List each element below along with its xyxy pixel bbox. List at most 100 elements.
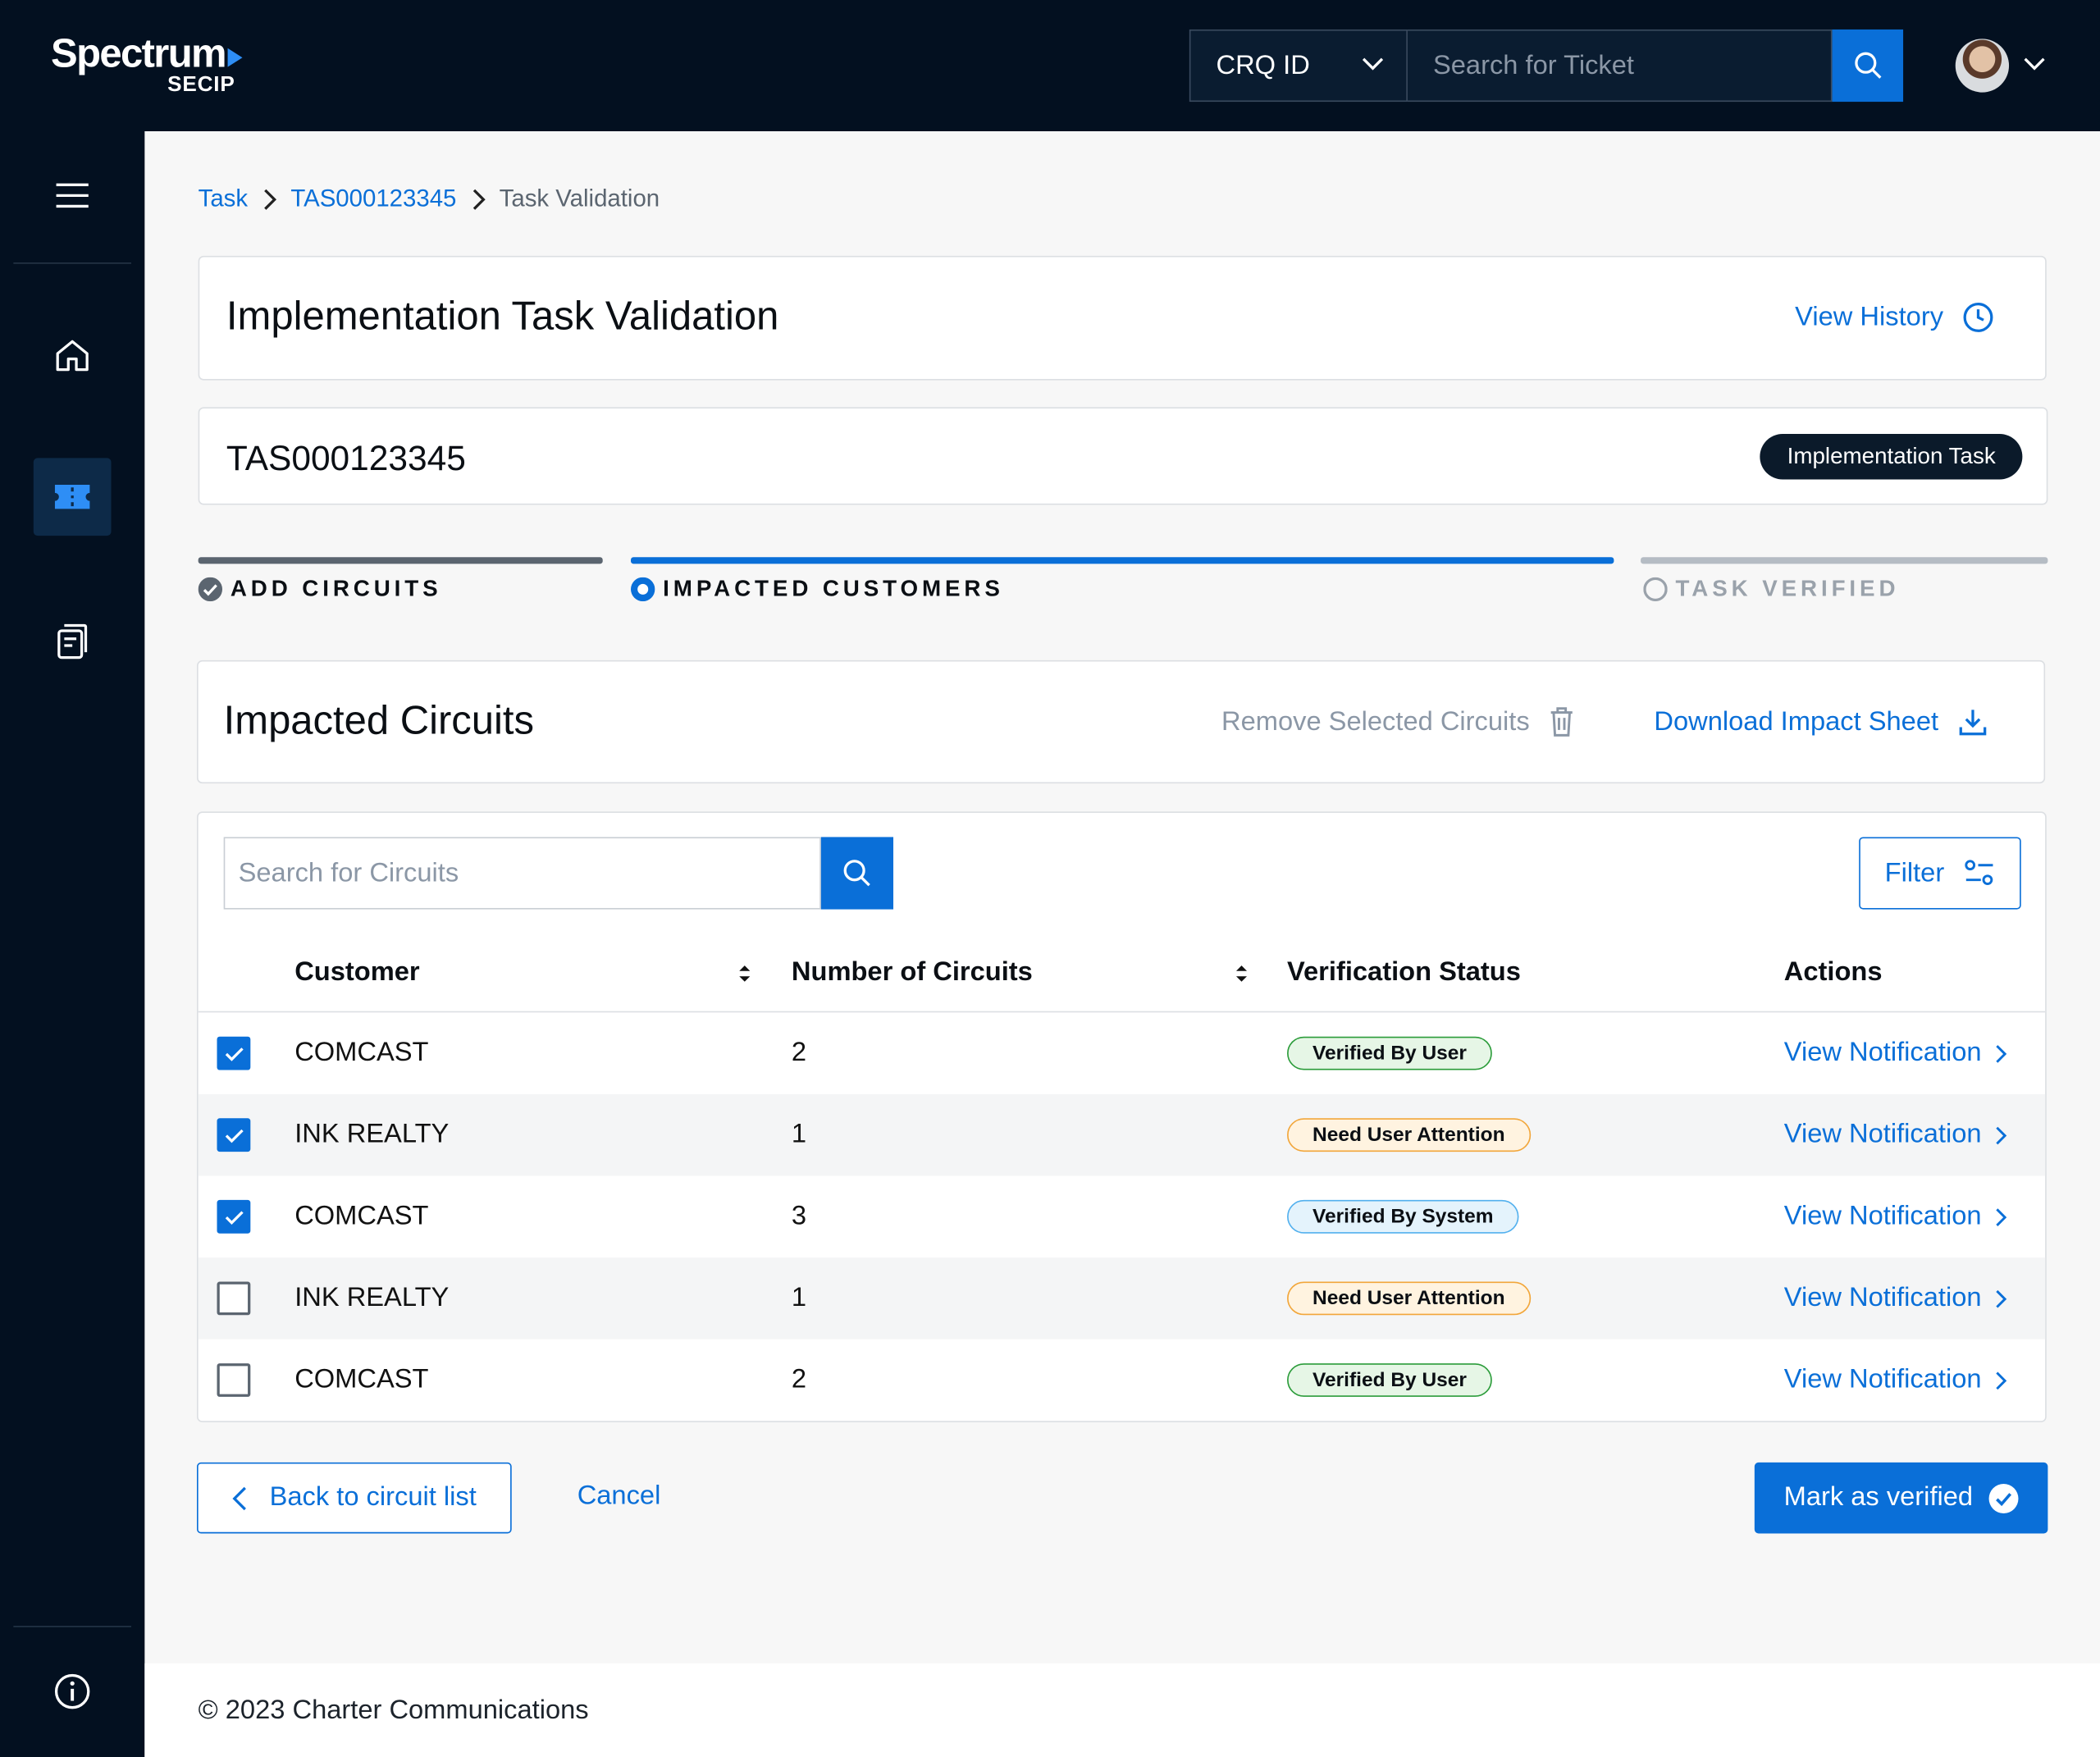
- chevron-right-icon: [1997, 1125, 2008, 1144]
- view-history-link[interactable]: View History: [1795, 301, 1994, 333]
- brand-arrow-icon: [228, 48, 244, 67]
- row-checkbox[interactable]: [217, 1036, 251, 1070]
- breadcrumb: Task TAS000123345 Task Validation: [199, 185, 660, 212]
- chevron-left-icon: [232, 1485, 247, 1510]
- download-impact-sheet-button[interactable]: Download Impact Sheet: [1654, 705, 1989, 737]
- view-notification-link[interactable]: View Notification: [1784, 1202, 2008, 1233]
- cancel-button[interactable]: Cancel: [578, 1481, 661, 1513]
- back-label: Back to circuit list: [269, 1482, 477, 1513]
- remove-selected-label: Remove Selected Circuits: [1221, 706, 1530, 737]
- view-history-label: View History: [1795, 302, 1944, 332]
- check-circle-icon: [198, 577, 223, 602]
- step-add-circuits[interactable]: ADD CIRCUITS: [198, 576, 442, 603]
- check-icon: [224, 1129, 243, 1143]
- view-notification-label: View Notification: [1783, 1038, 1982, 1068]
- table-row: COMCAST 2 Verified By User View Notifica…: [199, 1012, 2045, 1094]
- task-card: TAS000123345 Implementation Task: [198, 407, 2048, 505]
- remove-selected-button[interactable]: Remove Selected Circuits: [1221, 705, 1575, 737]
- documents-icon: [57, 623, 88, 659]
- task-id: TAS000123345: [226, 437, 466, 478]
- trash-icon: [1550, 707, 1573, 737]
- breadcrumb-task-id[interactable]: TAS000123345: [290, 185, 456, 212]
- menu-button[interactable]: [0, 180, 144, 212]
- filter-button[interactable]: Filter: [1859, 837, 2021, 910]
- step-add-circuits-label: ADD CIRCUITS: [230, 576, 442, 602]
- breadcrumb-current: Task Validation: [499, 185, 660, 212]
- top-bar: Spectrum SECIP CRQ ID Search for Ticket: [0, 0, 2100, 132]
- step-bar-impacted-customers: [631, 557, 1614, 564]
- rail-divider-bottom: [13, 1626, 132, 1627]
- brand-name: Spectrum: [51, 32, 227, 77]
- search-icon: [843, 860, 870, 887]
- product-name: SECIP: [167, 73, 235, 97]
- table-row: INK REALTY 1 Need User Attention View No…: [198, 1257, 2046, 1339]
- step-task-verified[interactable]: TASK VERIFIED: [1643, 576, 1899, 603]
- download-impact-sheet-label: Download Impact Sheet: [1654, 706, 1939, 737]
- clock-icon: [1963, 302, 1993, 332]
- column-header-verification-status: Verification Status: [1287, 957, 1521, 988]
- task-type-badge: Implementation Task: [1760, 433, 2023, 480]
- chevron-right-icon: [1997, 1044, 2008, 1062]
- impacted-header-card: Impacted Circuits Remove Selected Circui…: [197, 659, 2046, 784]
- view-notification-link[interactable]: View Notification: [1784, 1365, 2008, 1396]
- view-notification-link[interactable]: View Notification: [1784, 1283, 2008, 1314]
- filter-icon: [1964, 860, 1993, 886]
- rail-divider: [13, 262, 132, 264]
- search-type-value: CRQ ID: [1216, 50, 1310, 80]
- ticket-search-button[interactable]: [1832, 29, 1904, 103]
- sort-icon[interactable]: [738, 963, 751, 984]
- circuit-search-button[interactable]: [820, 837, 894, 910]
- chevron-right-icon: [1997, 1371, 2008, 1390]
- customer-name: COMCAST: [294, 1038, 429, 1068]
- footer: © 2023 Charter Communications: [144, 1663, 2100, 1757]
- user-menu-chevron-icon[interactable]: [2022, 57, 2046, 73]
- view-notification-label: View Notification: [1783, 1364, 1982, 1394]
- step-bar-task-verified: [1641, 557, 2048, 564]
- circuit-search-input[interactable]: Search for Circuits: [223, 837, 821, 910]
- customer-name: COMCAST: [294, 1364, 429, 1394]
- ticket-search-input[interactable]: Search for Ticket: [1407, 29, 1833, 103]
- circuit-count: 1: [791, 1283, 807, 1313]
- search-icon: [1854, 52, 1881, 79]
- row-checkbox[interactable]: [217, 1363, 251, 1397]
- circuit-search-placeholder: Search for Circuits: [238, 857, 459, 888]
- step-impacted-customers[interactable]: IMPACTED CUSTOMERS: [631, 576, 1004, 603]
- impacted-title: Impacted Circuits: [223, 699, 535, 744]
- nav-home[interactable]: [0, 335, 144, 375]
- chevron-right-icon: [1997, 1207, 2008, 1226]
- hamburger-menu-icon: [56, 183, 89, 208]
- status-badge: Need User Attention: [1287, 1118, 1531, 1152]
- nav-tickets[interactable]: [33, 458, 112, 536]
- column-header-actions: Actions: [1783, 957, 1883, 988]
- row-checkbox[interactable]: [217, 1118, 251, 1152]
- status-badge: Need User Attention: [1287, 1281, 1531, 1316]
- search-type-select[interactable]: CRQ ID: [1189, 29, 1408, 103]
- circuit-count: 2: [791, 1038, 807, 1068]
- nav-info[interactable]: [0, 1672, 144, 1712]
- user-avatar[interactable]: [1955, 39, 2010, 93]
- status-badge: Verified By System: [1287, 1199, 1519, 1234]
- nav-documents[interactable]: [0, 622, 144, 662]
- info-icon: [54, 1673, 90, 1709]
- row-checkbox[interactable]: [217, 1199, 251, 1234]
- home-icon: [56, 340, 89, 372]
- view-notification-link[interactable]: View Notification: [1784, 1038, 2008, 1069]
- step-task-verified-label: TASK VERIFIED: [1675, 576, 1900, 602]
- app-stage: Spectrum SECIP CRQ ID Search for Ticket: [0, 0, 2100, 1757]
- title-card: Implementation Task Validation View Hist…: [198, 255, 2047, 381]
- customer-name: INK REALTY: [294, 1119, 450, 1149]
- row-checkbox[interactable]: [217, 1281, 251, 1316]
- mark-as-verified-button[interactable]: Mark as verified: [1754, 1462, 2048, 1534]
- view-notification-link[interactable]: View Notification: [1784, 1120, 2008, 1151]
- table-row: COMCAST 3 Verified By System View Notifi…: [199, 1176, 2045, 1258]
- column-header-customer[interactable]: Customer: [294, 957, 419, 988]
- back-to-circuit-list-button[interactable]: Back to circuit list: [197, 1462, 512, 1534]
- chevron-right-icon: [472, 188, 486, 210]
- sort-icon[interactable]: [1235, 963, 1248, 984]
- check-icon: [224, 1210, 243, 1225]
- column-header-number-of-circuits[interactable]: Number of Circuits: [792, 957, 1033, 988]
- spectrum-logo[interactable]: Spectrum SECIP: [51, 32, 244, 97]
- breadcrumb-task[interactable]: Task: [199, 185, 248, 212]
- radio-current-icon: [631, 577, 655, 602]
- table-row: COMCAST 2 Verified By User View Notifica…: [199, 1339, 2045, 1422]
